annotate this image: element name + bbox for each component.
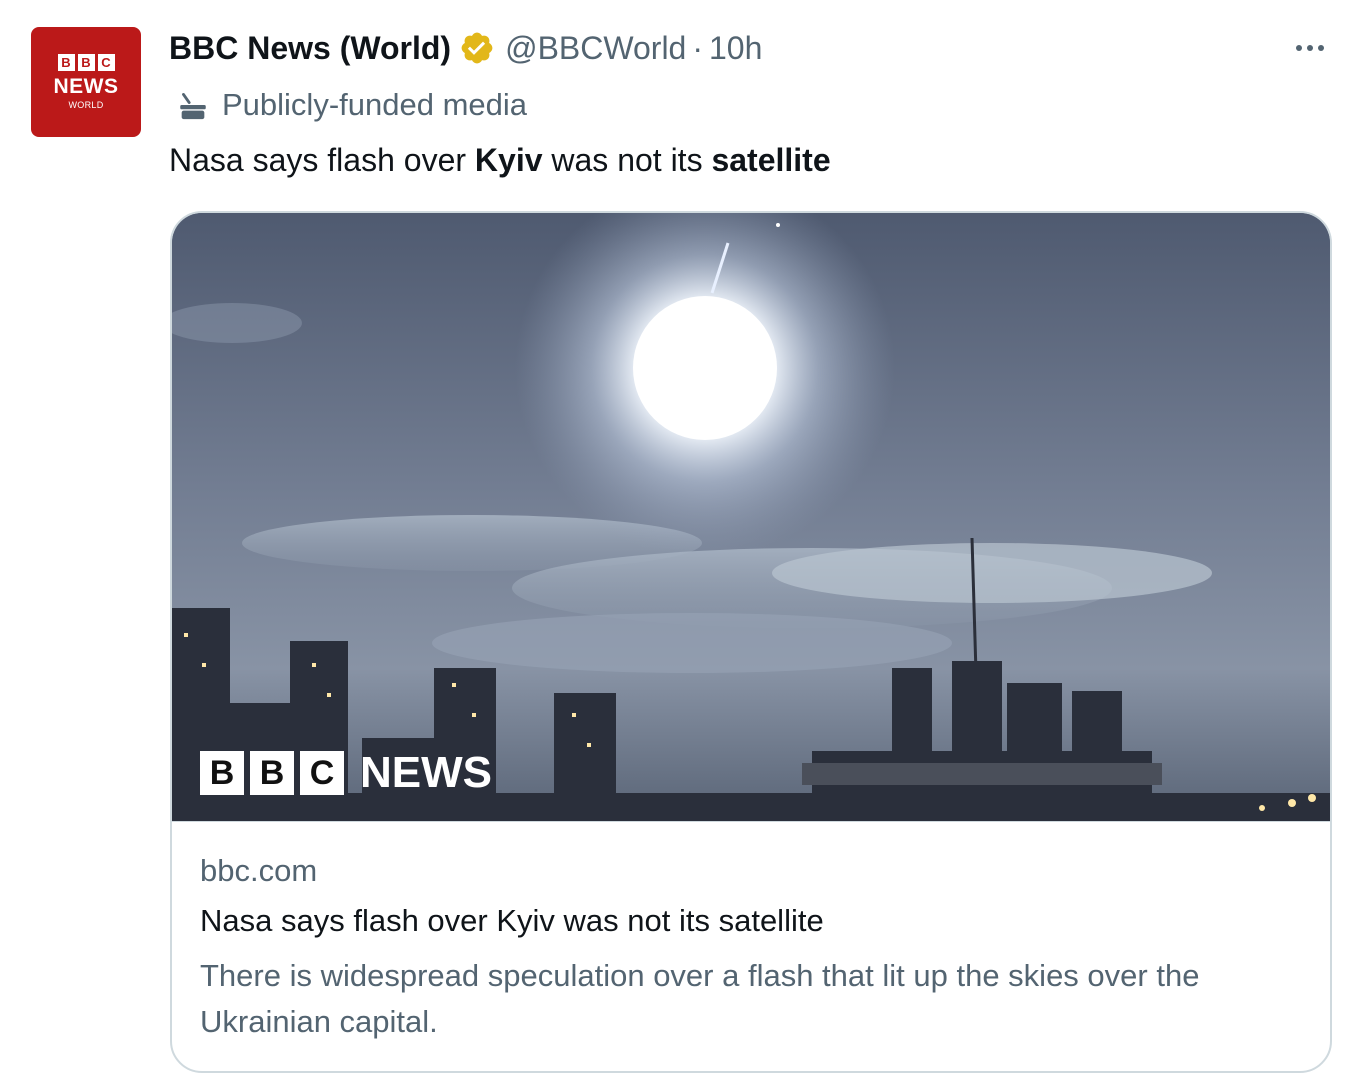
bbc-logo-block: C [97, 53, 115, 71]
gold-verified-icon[interactable] [459, 30, 495, 66]
tweet-text-bold: satellite [711, 142, 831, 178]
bbc-logo-blocks: B B C [57, 53, 115, 71]
separator-dot: · [692, 29, 703, 66]
tweet-text-part: was not its [542, 142, 712, 178]
avatar-world-text: WORLD [68, 99, 104, 110]
avatar[interactable]: B B C NEWS WORLD [31, 27, 141, 137]
bbc-logo-block: B [77, 53, 95, 71]
night-sky-photo [172, 213, 1330, 821]
government-building-icon [180, 93, 206, 120]
display-name[interactable]: BBC News (World) [169, 30, 451, 67]
link-card[interactable]: B B C NEWS bbc.com Nasa says flash over … [170, 211, 1332, 1073]
more-horizontal-icon[interactable] [1290, 36, 1330, 60]
state-media-label-text: Publicly-funded media [222, 87, 528, 122]
timestamp[interactable]: 10h [709, 30, 762, 67]
bbc-logo-block: B [57, 53, 75, 71]
tweet-text-part: Nasa says flash over [169, 142, 475, 178]
watermark-block: C [300, 751, 344, 795]
watermark-block: B [250, 751, 294, 795]
handle[interactable]: @BBCWorld [505, 30, 686, 67]
tweet-header: BBC News (World) @BBCWorld · 10h [169, 28, 762, 68]
tweet-text-bold: Kyiv [474, 142, 543, 178]
card-image[interactable]: B B C NEWS [172, 213, 1330, 821]
tweet-text: Nasa says flash over Kyiv was not its sa… [169, 140, 831, 180]
card-title: Nasa says flash over Kyiv was not its sa… [200, 903, 824, 938]
avatar-news-text: NEWS [53, 74, 119, 98]
card-divider [172, 821, 1330, 822]
card-domain: bbc.com [200, 853, 318, 888]
watermark-block: B [200, 751, 244, 795]
bbc-news-watermark: B B C NEWS [200, 751, 492, 795]
card-description: There is widespread speculation over a f… [200, 958, 1200, 1039]
state-media-label[interactable]: Publicly-funded media [176, 86, 527, 124]
watermark-news-text: NEWS [360, 748, 492, 797]
